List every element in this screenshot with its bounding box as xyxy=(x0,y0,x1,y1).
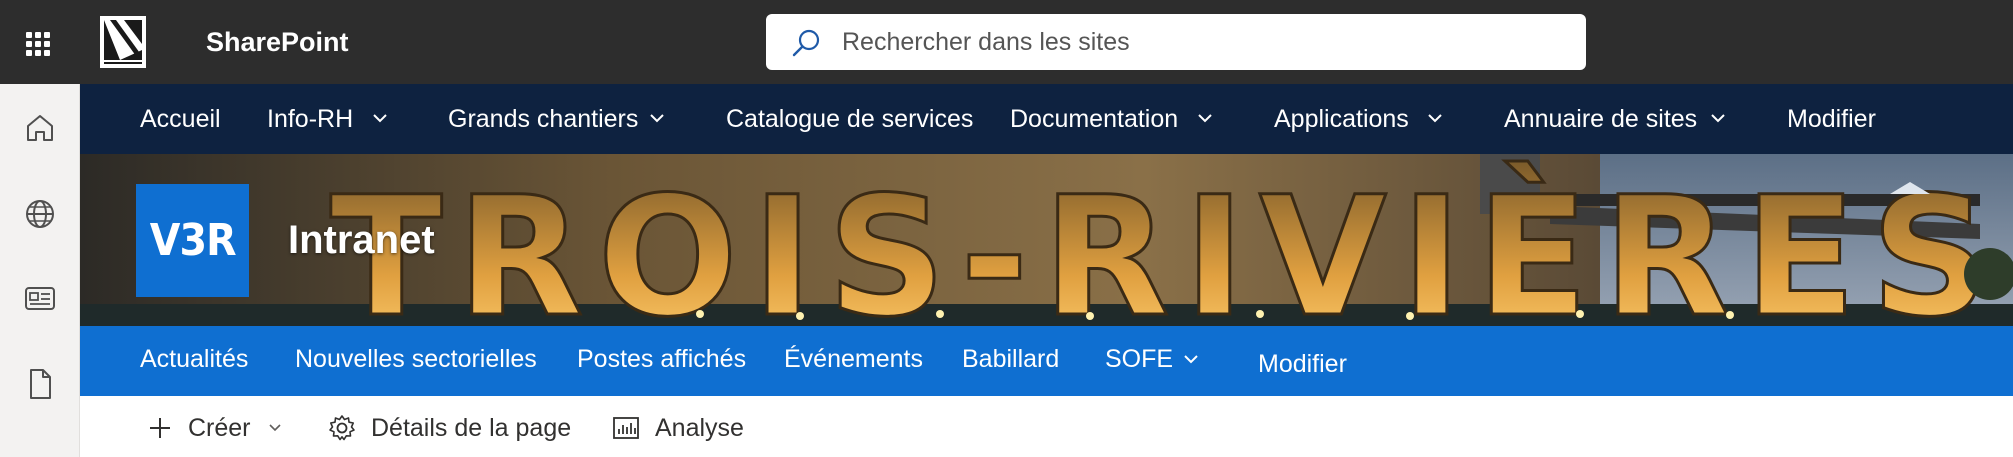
app-name[interactable]: SharePoint xyxy=(206,25,349,59)
hub-nav-label: Modifier xyxy=(1787,105,1876,133)
analytics-label: Analyse xyxy=(655,413,744,442)
chevron-down-icon[interactable] xyxy=(649,112,665,124)
site-nav-modifier[interactable]: Modifier xyxy=(1258,326,1347,396)
page-details-button[interactable]: Détails de la page xyxy=(327,408,571,448)
chevron-down-icon xyxy=(268,424,281,432)
hub-nav-modifier[interactable]: Modifier xyxy=(1787,84,1876,154)
hub-nav-applications[interactable]: Applications xyxy=(1274,84,1409,154)
search-input[interactable] xyxy=(842,20,1562,64)
site-nav-label: SOFE xyxy=(1105,345,1174,373)
organization-logo[interactable] xyxy=(100,16,146,68)
site-nav-babillard[interactable]: Babillard xyxy=(962,326,1059,396)
hub-nav-label: Info-RH xyxy=(267,105,354,133)
site-header-banner: TROIS-RIVIÈRES V3R Intranet xyxy=(80,154,2013,326)
page-details-label: Détails de la page xyxy=(371,413,572,442)
chevron-down-icon[interactable] xyxy=(1197,112,1213,124)
site-navigation: Actualités Nouvelles sectorielles Postes… xyxy=(80,326,2013,396)
site-nav-label: Actualités xyxy=(140,345,249,373)
hub-nav-info-rh[interactable]: Info-RH xyxy=(267,84,353,154)
suite-bar: SharePoint xyxy=(0,0,2013,84)
site-nav-sofe[interactable]: SOFE xyxy=(1105,326,1173,396)
site-nav-label: Événements xyxy=(784,345,923,373)
create-button[interactable]: Créer xyxy=(146,408,283,448)
site-title[interactable]: Intranet xyxy=(288,216,435,264)
hub-navigation: Accueil Info-RH Grands chantiers Catalog… xyxy=(80,84,2013,154)
chevron-down-icon[interactable] xyxy=(1183,353,1199,365)
search-box[interactable] xyxy=(766,14,1586,70)
chevron-down-icon[interactable] xyxy=(372,112,388,124)
site-nav-evenements[interactable]: Événements xyxy=(784,326,923,396)
site-nav-actualites[interactable]: Actualités xyxy=(140,326,248,396)
hub-nav-label: Documentation xyxy=(1010,105,1179,133)
hub-nav-grands-chantiers[interactable]: Grands chantiers xyxy=(448,84,638,154)
site-logo-text: V3R xyxy=(149,215,236,266)
home-icon[interactable] xyxy=(20,108,60,148)
chevron-down-icon[interactable] xyxy=(1427,112,1443,124)
analytics-button[interactable]: Analyse xyxy=(611,408,744,448)
hub-nav-accueil[interactable]: Accueil xyxy=(140,84,221,154)
site-nav-label: Nouvelles sectorielles xyxy=(295,345,537,373)
hub-nav-documentation[interactable]: Documentation xyxy=(1010,84,1178,154)
banner-sign-text: TROIS-RIVIÈRES xyxy=(330,160,2003,326)
hub-nav-label: Accueil xyxy=(140,105,221,133)
app-launcher-icon[interactable] xyxy=(18,24,58,64)
site-nav-label: Modifier xyxy=(1258,350,1347,378)
site-nav-label: Babillard xyxy=(962,345,1060,373)
command-bar: Créer Détails de la page Analyse xyxy=(80,396,2013,457)
site-nav-nouvelles-sectorielles[interactable]: Nouvelles sectorielles xyxy=(295,326,537,396)
chart-icon xyxy=(613,417,639,439)
hub-nav-label: Grands chantiers xyxy=(448,105,639,133)
app-bar xyxy=(0,84,80,457)
hub-nav-annuaire-de-sites[interactable]: Annuaire de sites xyxy=(1504,84,1697,154)
gear-icon xyxy=(329,415,355,441)
create-label: Créer xyxy=(188,413,251,442)
search-icon xyxy=(792,29,820,57)
site-nav-label: Postes affichés xyxy=(577,345,747,373)
site-logo[interactable]: V3R xyxy=(136,184,249,297)
document-icon[interactable] xyxy=(20,364,60,404)
hub-nav-label: Catalogue de services xyxy=(726,105,974,133)
add-icon xyxy=(150,418,170,438)
chevron-down-icon[interactable] xyxy=(1710,112,1726,124)
hub-nav-label: Annuaire de sites xyxy=(1504,105,1698,133)
hub-nav-catalogue-de-services[interactable]: Catalogue de services xyxy=(726,84,973,154)
hub-nav-label: Applications xyxy=(1274,105,1409,133)
site-nav-postes-affiches[interactable]: Postes affichés xyxy=(577,326,746,396)
globe-icon[interactable] xyxy=(20,194,60,234)
news-icon[interactable] xyxy=(20,278,60,318)
